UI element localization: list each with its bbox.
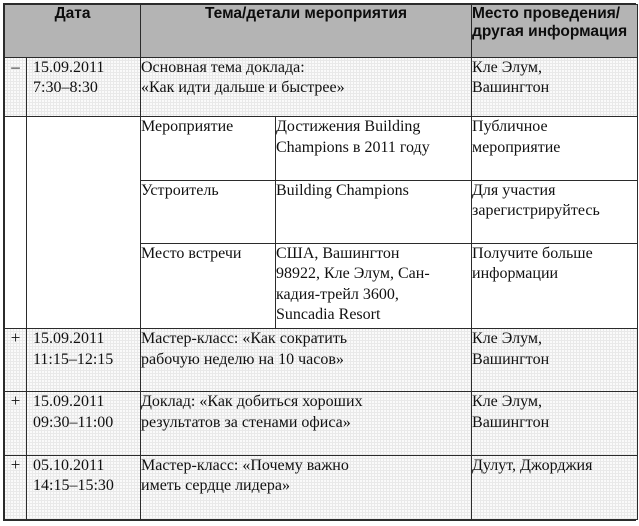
row-expander-toggle-1[interactable]: + xyxy=(4,328,27,393)
row-date-cell-3: 05.10.2011 14:15–15:30 xyxy=(26,454,141,521)
detail-row: Мероприятие Достижения Building Champion… xyxy=(4,116,639,330)
row-topic-line1-1: Мастер-класс: «Как сократить xyxy=(141,330,348,348)
table-header: Дата Тема/детали мероприятия Место прове… xyxy=(4,4,639,58)
column-header-topic: Тема/детали мероприятия xyxy=(139,4,473,58)
row-date-cell-0: 15.09.2011 7:30–8:30 xyxy=(26,56,141,118)
detail-spacer-expander xyxy=(4,116,27,330)
row-date-0: 15.09.2011 xyxy=(33,59,105,76)
detail-label-0-0: Мероприятие xyxy=(140,116,276,181)
detail-value-line1-0-2: США, Вашингтон xyxy=(276,244,400,262)
detail-spacer-date xyxy=(26,116,141,330)
column-header-place: Место проведения/ другая информация xyxy=(471,4,639,58)
header-row: Дата Тема/детали мероприятия Место прове… xyxy=(4,4,639,58)
detail-info-cell-0-1: Для участия зарегистрируйтесь xyxy=(471,179,639,244)
detail-info-cell-0-0: Публичное мероприятие xyxy=(471,116,639,181)
detail-value-line1-0-0: Достижения Building xyxy=(276,118,421,136)
row-place-line2-1: Вашингтон xyxy=(472,350,550,368)
row-topic-line2-1: рабочую неделю на 10 часов» xyxy=(141,350,344,368)
detail-value-line1-0-1: Building Champions xyxy=(276,181,409,199)
detail-label-0-1: Устроитель xyxy=(140,179,276,244)
row-date-cell-2: 15.09.2011 09:30–11:00 xyxy=(26,391,141,456)
row-topic-line2-0: «Как идти дальше и быстрее» xyxy=(141,79,345,97)
column-header-place-line2: другая информация xyxy=(472,23,628,41)
row-date-1: 15.09.2011 xyxy=(33,330,105,348)
row-time-0: 7:30–8:30 xyxy=(33,79,98,97)
detail-info-line2-0-2: информации xyxy=(472,265,559,283)
row-expander-toggle-2[interactable]: + xyxy=(4,391,27,456)
table-row: + 05.10.2011 14:15–15:30 Мастер-класс: «… xyxy=(4,454,639,521)
row-place-line2-2: Вашингтон xyxy=(472,413,550,431)
detail-value-cell-0-1: Building Champions xyxy=(274,179,473,244)
column-header-date: Дата xyxy=(4,4,141,58)
table-row: + 15.09.2011 09:30–11:00 Доклад: «Как до… xyxy=(4,391,639,456)
detail-value-line2-0-0: Champions в 2011 году xyxy=(276,138,430,156)
schedule-table-container: Дата Тема/детали мероприятия Место прове… xyxy=(3,3,639,521)
detail-value-cell-0-2: США, Вашингтон 98922, Кле Элум, Сан- кад… xyxy=(274,242,473,330)
row-topic-line2-3: иметь сердце лидера» xyxy=(141,477,290,495)
detail-value-cell-0-0: Достижения Building Champions в 2011 год… xyxy=(274,116,473,181)
detail-value-line4-0-2: Suncadia Resort xyxy=(276,306,381,324)
row-time-2: 09:30–11:00 xyxy=(33,413,114,431)
table-row: + 15.09.2011 11:15–12:15 Мастер-класс: «… xyxy=(4,328,639,393)
table-row: – 15.09.2011 7:30–8:30 Основная тема док… xyxy=(4,56,639,118)
row-time-1: 11:15–12:15 xyxy=(33,350,114,368)
detail-value-line2-0-2: 98922, Кле Элум, Сан- xyxy=(276,265,430,283)
row-place-line1-0: Кле Элум, xyxy=(472,59,543,76)
schedule-table: Дата Тема/детали мероприятия Место прове… xyxy=(4,4,639,521)
detail-value-line3-0-2: кадия-трейл 3600, xyxy=(276,285,399,303)
row-date-2: 15.09.2011 xyxy=(33,393,105,411)
detail-info-line1-0-0: Публичное xyxy=(472,118,548,136)
row-topic-cell-3: Мастер-класс: «Почему важно иметь сердце… xyxy=(139,454,473,521)
row-topic-line1-3: Мастер-класс: «Почему важно xyxy=(141,456,349,474)
row-date-cell-1: 15.09.2011 11:15–12:15 xyxy=(26,328,141,393)
table-body: – 15.09.2011 7:30–8:30 Основная тема док… xyxy=(4,56,639,521)
detail-info-cell-0-2: Получите больше информации xyxy=(471,242,639,330)
row-expander-toggle-3[interactable]: + xyxy=(4,454,27,521)
row-place-cell-3: Дулут, Джорджия xyxy=(471,454,639,521)
row-place-line1-1: Кле Элум, xyxy=(472,330,543,348)
row-date-3: 05.10.2011 xyxy=(33,456,105,474)
row-topic-line1-0: Основная тема доклада: xyxy=(141,59,305,76)
row-place-cell-2: Кле Элум, Вашингтон xyxy=(471,391,639,456)
row-topic-line2-2: результатов за стенами офиса» xyxy=(141,413,351,431)
row-topic-cell-1: Мастер-класс: «Как сократить рабочую нед… xyxy=(139,328,473,393)
row-place-line1-2: Кле Элум, xyxy=(472,393,543,411)
row-place-cell-1: Кле Элум, Вашингтон xyxy=(471,328,639,393)
row-topic-line1-2: Доклад: «Как добиться хороших xyxy=(141,393,363,411)
row-place-line2-0: Вашингтон xyxy=(472,79,550,97)
detail-info-line2-0-1: зарегистрируйтесь xyxy=(472,201,600,219)
row-topic-cell-2: Доклад: «Как добиться хороших результато… xyxy=(139,391,473,456)
column-header-place-line1: Место проведения/ xyxy=(472,5,621,22)
row-topic-cell-0: Основная тема доклада: «Как идти дальше … xyxy=(139,56,473,118)
detail-label-0-2: Место встречи xyxy=(140,242,276,330)
row-time-3: 14:15–15:30 xyxy=(33,477,114,495)
detail-info-line1-0-1: Для участия xyxy=(472,181,556,199)
detail-info-line2-0-0: мероприятие xyxy=(472,138,561,156)
detail-info-line1-0-2: Получите больше xyxy=(472,244,593,262)
row-expander-toggle-0[interactable]: – xyxy=(4,56,27,118)
row-place-cell-0: Кле Элум, Вашингтон xyxy=(471,56,639,118)
row-place-line1-3: Дулут, Джорджия xyxy=(472,456,593,474)
